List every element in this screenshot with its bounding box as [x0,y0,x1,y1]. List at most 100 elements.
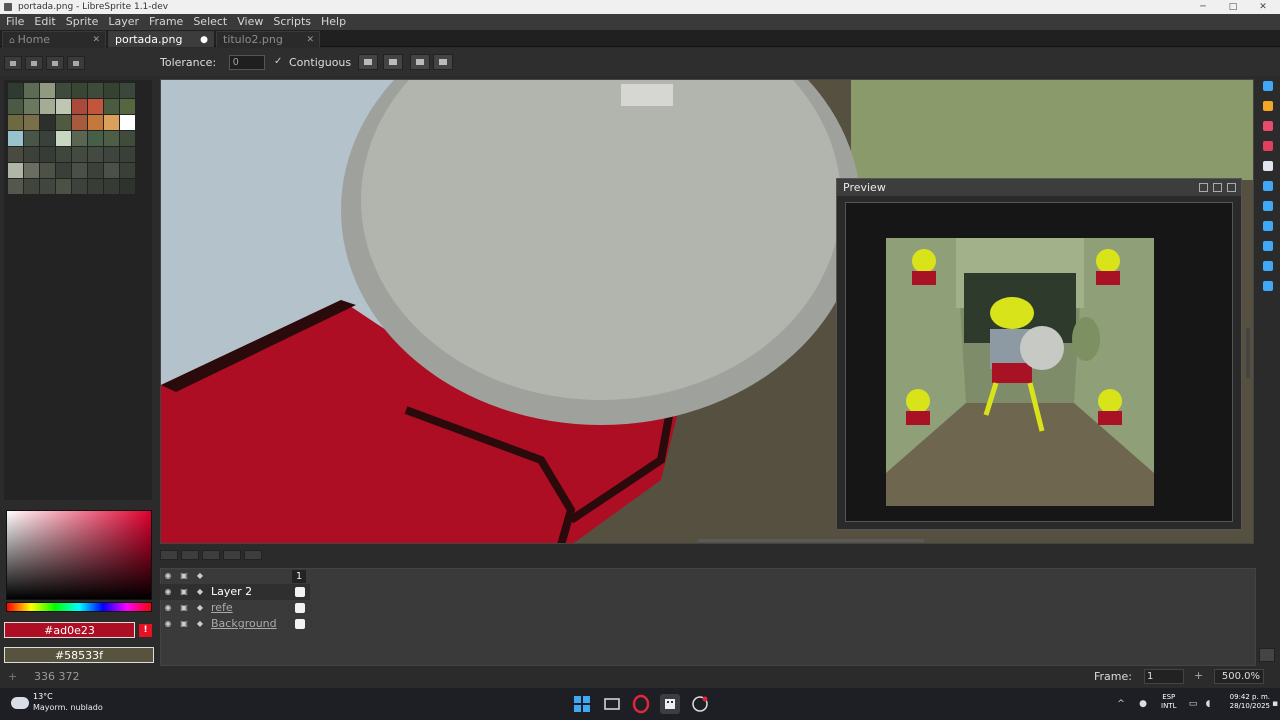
palette-swatch[interactable] [72,83,87,98]
lock-icon[interactable]: ▣ [179,603,189,613]
menu-scripts[interactable]: Scripts [268,14,316,30]
cel-background[interactable] [295,619,305,629]
menu-view[interactable]: View [232,14,268,30]
contour-tool-button[interactable] [1260,258,1276,274]
palette-swatch[interactable] [120,163,135,178]
palette-swatch[interactable] [8,131,23,146]
palette-swatch[interactable] [24,83,39,98]
chrome-icon[interactable] [690,694,710,714]
minimize-button[interactable]: ─ [1188,0,1218,14]
palette-swatch[interactable] [88,179,103,194]
paint-bucket-tool-button[interactable] [1260,198,1276,214]
palette-swatch[interactable] [104,147,119,162]
menu-select[interactable]: Select [188,14,232,30]
eye-icon[interactable]: ◉ [163,603,173,613]
palette-swatch[interactable] [88,83,103,98]
horizontal-scrollbar[interactable] [698,539,924,542]
unsaved-dot-icon[interactable]: ● [200,32,208,48]
palette-swatch[interactable] [8,147,23,162]
palette-swatch[interactable] [40,131,55,146]
libresprite-taskbar-icon[interactable] [660,694,680,714]
palette-swatch[interactable] [72,115,87,130]
lock-icon[interactable]: ▣ [179,571,189,581]
palette-swatch[interactable] [120,99,135,114]
palette-swatch[interactable] [104,163,119,178]
cel-layer2[interactable] [295,587,305,597]
palette-swatch[interactable] [24,179,39,194]
preview-maximize-icon[interactable] [1213,183,1222,192]
palette-swatch[interactable] [120,147,135,162]
pencil-tool-button[interactable] [1260,98,1276,114]
palette-swatch[interactable] [72,147,87,162]
palette-swatch[interactable] [40,99,55,114]
palette-swatch[interactable] [8,99,23,114]
last-frame-button[interactable] [244,550,262,560]
foreground-color-button[interactable]: #ad0e23 [4,622,135,638]
palette-swatch[interactable] [40,147,55,162]
play-button[interactable] [202,550,220,560]
marquee-tool-button[interactable] [1260,78,1276,94]
preview-title-bar[interactable]: Preview [837,179,1241,196]
preview-close-icon[interactable] [1227,183,1236,192]
tab-titulo2[interactable]: titulo2.png ✕ [216,31,320,47]
palette-swatch[interactable] [120,131,135,146]
start-menu-icon[interactable] [572,694,592,714]
palette-swatch[interactable] [8,163,23,178]
zoom-level[interactable]: 500.0% [1214,669,1264,684]
palette-swatch[interactable] [40,83,55,98]
palette-swatch[interactable] [72,99,87,114]
palette-swatch[interactable] [8,179,23,194]
palette-swatch[interactable] [56,163,71,178]
weather-cloud-icon[interactable] [11,697,29,709]
sample-layer-button[interactable] [410,54,430,70]
palette-swatch[interactable] [72,163,87,178]
frame-header[interactable]: 1 [292,570,306,583]
clock[interactable]: 09:42 p. m. 28/10/2025 [1226,693,1270,711]
layer-row[interactable]: ◉ ▣ ◆ Background [160,616,310,632]
notifications-icon[interactable]: ▪ [1270,699,1280,709]
palette-swatch[interactable] [24,163,39,178]
palette-swatch[interactable] [24,99,39,114]
maximize-button[interactable]: □ [1218,0,1248,14]
eye-icon[interactable]: ◉ [163,571,173,581]
palette-edit-button[interactable] [4,56,22,70]
menu-sprite[interactable]: Sprite [61,14,104,30]
lock-icon[interactable]: ▣ [179,587,189,597]
task-view-icon[interactable] [602,694,622,714]
line-tool-button[interactable] [1260,218,1276,234]
palette-swatch[interactable] [104,179,119,194]
timeline-toggle-button[interactable] [1259,648,1275,662]
vertical-scrollbar[interactable] [1246,328,1250,378]
zoom-tool-button[interactable] [1260,158,1276,174]
continuous-icon[interactable]: ◆ [195,619,205,629]
palette-swatch[interactable] [104,83,119,98]
first-frame-button[interactable] [160,550,178,560]
network-icon[interactable]: ▭ [1188,699,1198,709]
palette-swatch[interactable] [88,99,103,114]
tolerance-input[interactable] [229,55,265,70]
palette-swatch[interactable] [88,131,103,146]
palette-swatch[interactable] [40,115,55,130]
palette-swatch[interactable] [24,147,39,162]
palette-swatch[interactable] [120,115,135,130]
palette-swatch[interactable] [56,83,71,98]
palette-swatch[interactable] [120,83,135,98]
preview-window[interactable]: Preview [836,178,1242,530]
close-window-button[interactable]: ✕ [1248,0,1278,14]
palette-swatch[interactable] [56,99,71,114]
palette-swatch[interactable] [104,115,119,130]
tab-home-close-icon[interactable]: ✕ [92,32,100,48]
menu-layer[interactable]: Layer [103,14,144,30]
layer-row[interactable]: ◉ ▣ ◆ refe [160,600,310,616]
palette-swatch[interactable] [56,131,71,146]
palette-presets-button[interactable] [46,56,64,70]
palette-swatch[interactable] [104,99,119,114]
microphone-icon[interactable]: ● [1138,699,1148,709]
timeline-panel[interactable] [160,568,1256,666]
eraser-tool-button[interactable] [1260,118,1276,134]
palette-sort-button[interactable] [25,56,43,70]
tab-titulo2-close-icon[interactable]: ✕ [306,32,314,48]
palette-swatch[interactable] [88,115,103,130]
menu-frame[interactable]: Frame [144,14,188,30]
palette-swatch[interactable] [56,147,71,162]
